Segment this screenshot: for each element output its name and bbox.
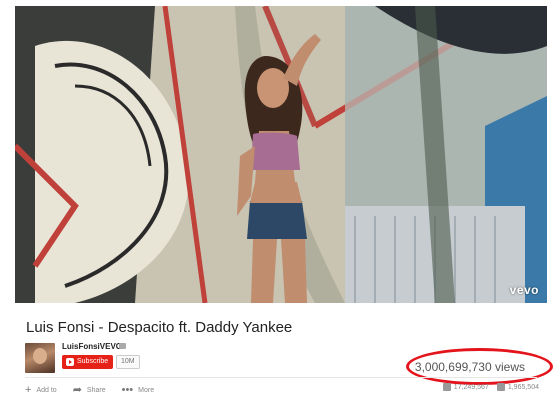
video-info: Luis Fonsi - Despacito ft. Daddy Yankee …	[15, 303, 553, 400]
add-to-button[interactable]: + Add to	[25, 383, 57, 396]
like-dislike-bar: 17,249,567 1,965,504	[435, 383, 539, 391]
thumbs-down-icon	[496, 383, 505, 391]
like-button[interactable]: 17,249,567	[442, 383, 489, 391]
subscribe-label: Subscribe	[77, 358, 109, 365]
dislike-count: 1,965,504	[507, 383, 539, 391]
vevo-watermark: vevo	[509, 283, 539, 297]
channel-avatar[interactable]	[25, 343, 55, 373]
share-label: Share	[86, 386, 106, 394]
video-frame	[15, 6, 547, 303]
share-arrow-icon: ➦	[72, 383, 82, 396]
add-to-label: Add to	[36, 386, 57, 394]
share-button[interactable]: ➦ Share	[72, 383, 106, 396]
subscriber-count: 10M	[116, 355, 140, 369]
video-player[interactable]: vevo	[15, 6, 547, 303]
view-count: 3,000,699,730 views	[414, 360, 525, 374]
subscribe-button[interactable]: Subscribe	[62, 355, 114, 369]
plus-icon: +	[25, 383, 32, 396]
video-title: Luis Fonsi - Despacito ft. Daddy Yankee	[26, 319, 293, 336]
action-bar: + Add to ➦ Share ••• More	[25, 383, 170, 397]
thumbs-up-icon	[442, 383, 451, 391]
youtube-logo-icon	[66, 358, 74, 366]
verified-icon	[119, 343, 126, 349]
divider	[25, 377, 537, 378]
like-count: 17,249,567	[453, 383, 489, 391]
dislike-button[interactable]: 1,965,504	[496, 383, 539, 391]
channel-name[interactable]: LuisFonsiVEVO	[62, 342, 122, 351]
more-label: More	[138, 386, 155, 394]
youtube-watch-page: vevo Luis Fonsi - Despacito ft. Daddy Ya…	[0, 0, 556, 400]
ellipsis-icon: •••	[121, 383, 134, 396]
more-button[interactable]: ••• More	[121, 383, 155, 396]
